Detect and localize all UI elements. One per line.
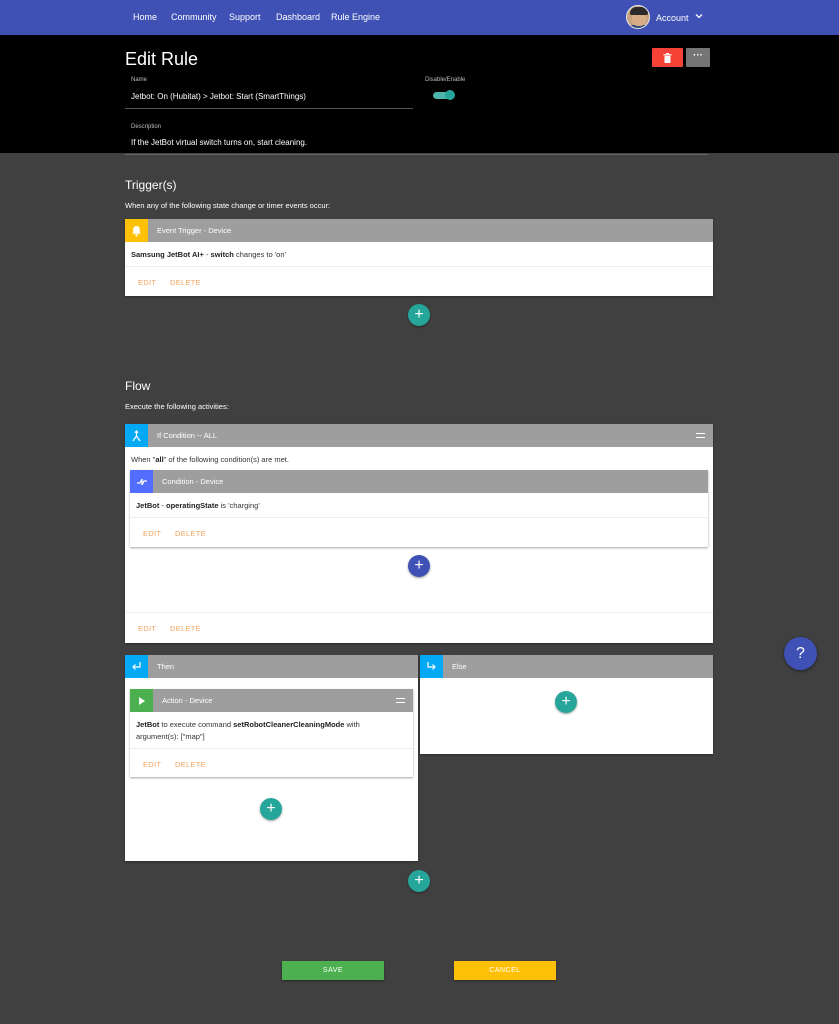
nav-community[interactable]: Community (171, 12, 217, 22)
else-card: Else + (420, 655, 713, 754)
card-title: Else (452, 662, 467, 671)
plus-icon: + (414, 872, 424, 889)
condition-device-card: Condition - Device JetBot - operatingSta… (130, 470, 708, 547)
trash-icon (663, 52, 672, 63)
nav-home[interactable]: Home (133, 12, 157, 22)
if-condition-card: If Condition -- ALL When "all" of the fo… (125, 424, 713, 643)
page-title: Edit Rule (125, 49, 199, 69)
nav-dashboard[interactable]: Dashboard (276, 12, 320, 22)
action-arguments: argument(s): ["map"] (136, 732, 205, 741)
card-header: Then (125, 655, 418, 678)
condition-description: JetBot - operatingState is 'charging' (136, 501, 260, 510)
return-arrow-icon (125, 655, 148, 678)
bell-icon (125, 219, 148, 242)
edit-if-link[interactable]: EDIT (138, 624, 156, 633)
card-title: Condition - Device (162, 477, 224, 486)
name-field[interactable]: Jetbot: On (Hubitat) > Jetbot: Start (Sm… (131, 92, 306, 101)
help-button[interactable]: ? (784, 637, 817, 670)
cancel-button[interactable]: CANCEL (454, 961, 556, 980)
name-underline (125, 108, 413, 109)
name-label: Name (131, 77, 148, 83)
trigger-description: Samsung JetBot AI+ - switch changes to '… (131, 250, 286, 259)
edit-action-link[interactable]: EDIT (143, 760, 161, 769)
card-header: Action - Device (130, 689, 413, 712)
add-flow-step-button[interactable]: + (408, 870, 430, 892)
save-button[interactable]: SAVE (282, 961, 384, 980)
nav-support[interactable]: Support (229, 12, 261, 22)
merge-icon (125, 424, 148, 447)
delete-if-link[interactable]: DELETE (170, 624, 201, 633)
add-condition-button[interactable]: + (408, 555, 430, 577)
card-title: Action - Device (162, 696, 213, 705)
nav-rule-engine[interactable]: Rule Engine (331, 12, 380, 22)
edit-trigger-link[interactable]: EDIT (138, 278, 156, 287)
more-options-button[interactable]: ··· (686, 48, 710, 67)
event-trigger-card: Event Trigger - Device Samsung JetBot AI… (125, 219, 713, 296)
delete-trigger-link[interactable]: DELETE (170, 278, 201, 287)
then-card: Then Action - Device JetBot to execute c… (125, 655, 418, 861)
description-field[interactable]: If the JetBot virtual switch turns on, s… (131, 138, 307, 147)
add-then-action-button[interactable]: + (260, 798, 282, 820)
rule-header: Edit Rule ··· Name Jetbot: On (Hubitat) … (0, 35, 839, 155)
account-menu-label[interactable]: Account (656, 13, 689, 23)
drag-handle-icon[interactable] (696, 433, 705, 438)
card-header: Event Trigger - Device (125, 219, 713, 242)
add-else-action-button[interactable]: + (555, 691, 577, 713)
plus-icon: + (414, 306, 424, 323)
flow-title: Flow (125, 379, 151, 393)
avatar[interactable] (626, 5, 650, 29)
description-underline (125, 154, 708, 155)
top-nav: Home Community Support Dashboard Rule En… (0, 0, 839, 35)
toggle-label: Disable/Enable (425, 77, 466, 83)
plus-icon: + (414, 557, 424, 574)
condition-icon (130, 470, 153, 493)
edit-condition-link[interactable]: EDIT (143, 529, 161, 538)
play-icon (130, 689, 153, 712)
flow-subtitle: Execute the following activities: (125, 402, 229, 411)
branch-arrow-icon (420, 655, 443, 678)
card-title: Event Trigger - Device (157, 226, 232, 235)
triggers-title: Trigger(s) (125, 178, 177, 192)
delete-condition-link[interactable]: DELETE (175, 529, 206, 538)
condition-summary: When "all" of the following condition(s)… (131, 455, 289, 464)
action-description: JetBot to execute command setRobotCleane… (136, 720, 360, 729)
add-trigger-button[interactable]: + (408, 304, 430, 326)
delete-action-link[interactable]: DELETE (175, 760, 206, 769)
chevron-down-icon[interactable] (694, 11, 704, 21)
plus-icon: + (561, 693, 571, 710)
enable-toggle[interactable] (433, 90, 455, 100)
card-header: Condition - Device (130, 470, 708, 493)
delete-rule-button[interactable] (652, 48, 683, 67)
card-header: Else (420, 655, 713, 678)
plus-icon: + (266, 800, 276, 817)
card-header: If Condition -- ALL (125, 424, 713, 447)
triggers-subtitle: When any of the following state change o… (125, 201, 331, 210)
action-device-card: Action - Device JetBot to execute comman… (130, 689, 413, 777)
description-label: Description (131, 124, 162, 130)
drag-handle-icon[interactable] (396, 698, 405, 703)
card-title: If Condition -- ALL (157, 431, 218, 440)
card-title: Then (157, 662, 175, 671)
